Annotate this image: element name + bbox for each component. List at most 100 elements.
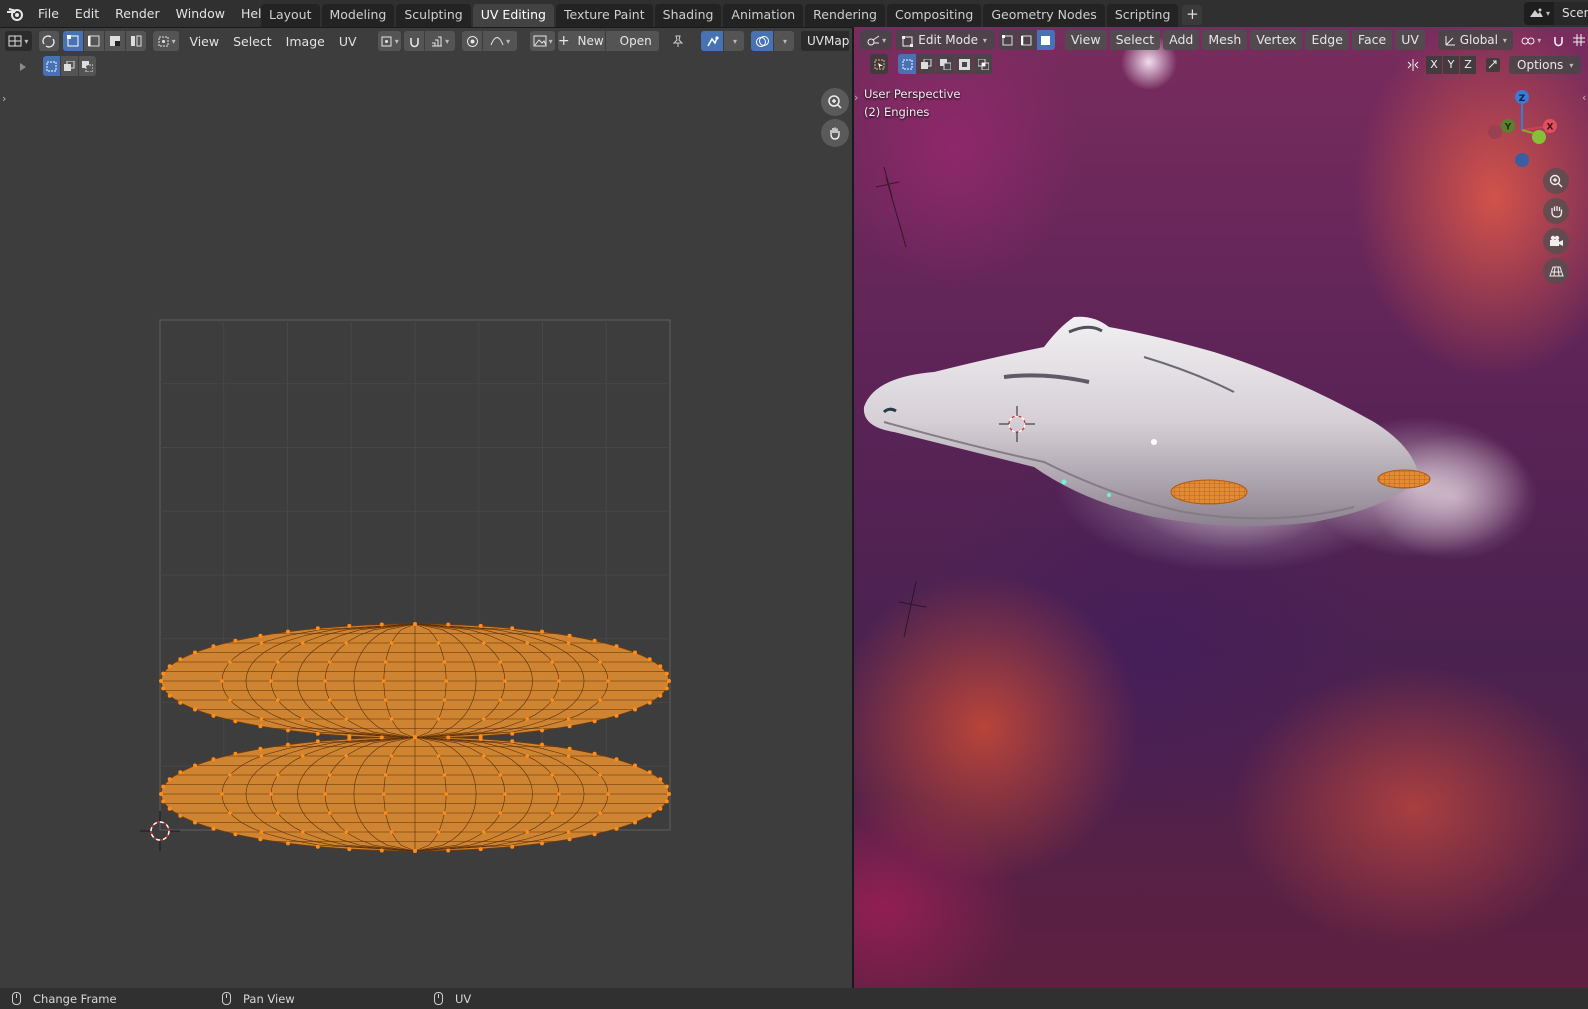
uv-vertex[interactable] [259, 830, 264, 834]
uv-vertex[interactable] [566, 641, 571, 645]
vp-select-extend-icon[interactable] [917, 54, 935, 74]
viewport-zoom-icon[interactable] [1543, 168, 1569, 194]
uv-vertex[interactable] [276, 811, 280, 815]
vp-menu-add[interactable]: Add [1163, 30, 1200, 50]
uv-vertex[interactable] [286, 742, 290, 747]
scene-icon[interactable]: ▾ [1524, 2, 1554, 25]
uv-vertex[interactable] [379, 848, 384, 853]
vp-select-invert-icon[interactable] [955, 54, 973, 74]
mesh-face-select-icon[interactable] [1036, 30, 1055, 50]
uv-vertex[interactable] [167, 693, 172, 698]
uv-island[interactable] [159, 735, 671, 853]
uv-vertex[interactable] [614, 713, 619, 718]
tab-sculpting[interactable]: Sculpting [396, 4, 471, 27]
camera-view-icon[interactable] [1543, 228, 1569, 254]
uv-vertex[interactable] [446, 735, 451, 740]
uv-menu-image[interactable]: Image [279, 34, 332, 49]
uv-vertex[interactable] [344, 641, 349, 645]
ortho-grid-icon[interactable] [1543, 258, 1569, 284]
mode-dropdown[interactable]: Edit Mode ▾ [896, 30, 995, 50]
menu-render[interactable]: Render [107, 0, 168, 27]
tab-modeling[interactable]: Modeling [321, 4, 395, 27]
uv-vertex[interactable] [633, 763, 637, 768]
uv-vertex[interactable] [633, 707, 637, 712]
uv-vertex[interactable] [567, 633, 572, 638]
mesh-vertex-select-icon[interactable] [998, 30, 1017, 50]
sync-selection-button[interactable] [38, 31, 59, 51]
uv-vertex[interactable] [498, 811, 503, 815]
viewport-pan-hand-icon[interactable] [1543, 198, 1569, 224]
uv-vertex[interactable] [525, 754, 529, 758]
uv-vertex[interactable] [550, 698, 554, 702]
vp-menu-vertex[interactable]: Vertex [1250, 30, 1303, 50]
open-image-button[interactable]: Open [606, 31, 659, 51]
uv-vertex[interactable] [444, 792, 449, 796]
uv-vertex[interactable] [193, 763, 197, 768]
gizmo-toggle-icon[interactable] [701, 31, 723, 51]
uv-vertex[interactable] [233, 638, 238, 643]
uv-vertex[interactable] [382, 679, 386, 683]
uv-vertex[interactable] [478, 847, 483, 852]
uv-vertex[interactable] [167, 777, 172, 782]
uv-vertex[interactable] [503, 679, 507, 683]
uv-vertex[interactable] [193, 707, 197, 712]
uv-vertex[interactable] [383, 698, 388, 702]
uv-vertex[interactable] [478, 736, 483, 741]
uv-vertex[interactable] [510, 844, 515, 849]
uvmap-selector[interactable]: UVMap [801, 31, 849, 51]
uv-vertex[interactable] [315, 731, 320, 736]
uv-vertex[interactable] [442, 698, 447, 702]
uv-vertex[interactable] [323, 679, 327, 683]
uv-vertex[interactable] [510, 731, 515, 736]
pivot-dropdown[interactable]: ▾ [1517, 30, 1546, 50]
uv-vertex[interactable] [598, 698, 602, 702]
uv-vertex[interactable] [389, 830, 394, 834]
tab-scripting[interactable]: Scripting [1106, 4, 1179, 27]
uv-vertex[interactable] [315, 844, 320, 849]
uv-vertex[interactable] [383, 773, 388, 777]
uv-canvas[interactable] [0, 54, 852, 984]
uv-vertex[interactable] [413, 735, 417, 739]
gizmo-dropdown[interactable]: ▾ [724, 31, 744, 51]
uv-vertex[interactable] [327, 660, 332, 664]
uv-vertex[interactable] [567, 837, 572, 842]
uv-vertex[interactable] [566, 717, 571, 721]
uv-vertex[interactable] [667, 792, 671, 796]
proportional-edit-icon[interactable] [462, 31, 483, 51]
vertex-select-icon[interactable] [62, 31, 83, 51]
uv-vertex[interactable] [658, 693, 663, 698]
uv-vertex[interactable] [258, 837, 263, 842]
vp-menu-view[interactable]: View [1064, 30, 1107, 50]
overlay-toggle-icon[interactable] [751, 31, 773, 51]
uv-vertex[interactable] [389, 641, 394, 645]
navigation-gizmo[interactable]: Z X Y [1482, 85, 1562, 175]
uv-vertex[interactable] [327, 811, 332, 815]
uv-vertex[interactable] [413, 849, 417, 853]
uv-vertex[interactable] [592, 638, 597, 643]
mesh-edge-select-icon[interactable] [1017, 30, 1036, 50]
uv-vertex[interactable] [436, 754, 441, 758]
uv-vertex[interactable] [498, 698, 503, 702]
uv-menu-uv[interactable]: UV [332, 34, 364, 49]
uv-vertex[interactable] [276, 660, 280, 664]
uv-vertex[interactable] [269, 679, 273, 683]
tab-animation[interactable]: Animation [723, 4, 804, 27]
uv-vertex[interactable] [228, 698, 232, 702]
uv-vertex[interactable] [161, 799, 166, 804]
blender-logo-icon[interactable] [0, 0, 30, 27]
vp-menu-select[interactable]: Select [1109, 30, 1161, 50]
uv-vertex[interactable] [566, 830, 571, 834]
uv-vertex[interactable] [233, 719, 238, 724]
tab-texture-paint[interactable]: Texture Paint [555, 4, 653, 27]
uv-vertex[interactable] [614, 757, 619, 762]
scene-selector[interactable]: ▾ Scen [1524, 2, 1588, 25]
uv-vertex[interactable] [446, 622, 451, 627]
uv-vertex[interactable] [482, 717, 486, 721]
uv-vertex[interactable] [647, 700, 652, 705]
vp-select-subtract-icon[interactable] [936, 54, 954, 74]
uv-vertex[interactable] [259, 641, 264, 645]
uv-vertex[interactable] [258, 633, 263, 638]
uv-vertex[interactable] [478, 623, 483, 628]
mirror-icon[interactable] [1406, 58, 1420, 72]
uv-vertex[interactable] [664, 686, 669, 691]
